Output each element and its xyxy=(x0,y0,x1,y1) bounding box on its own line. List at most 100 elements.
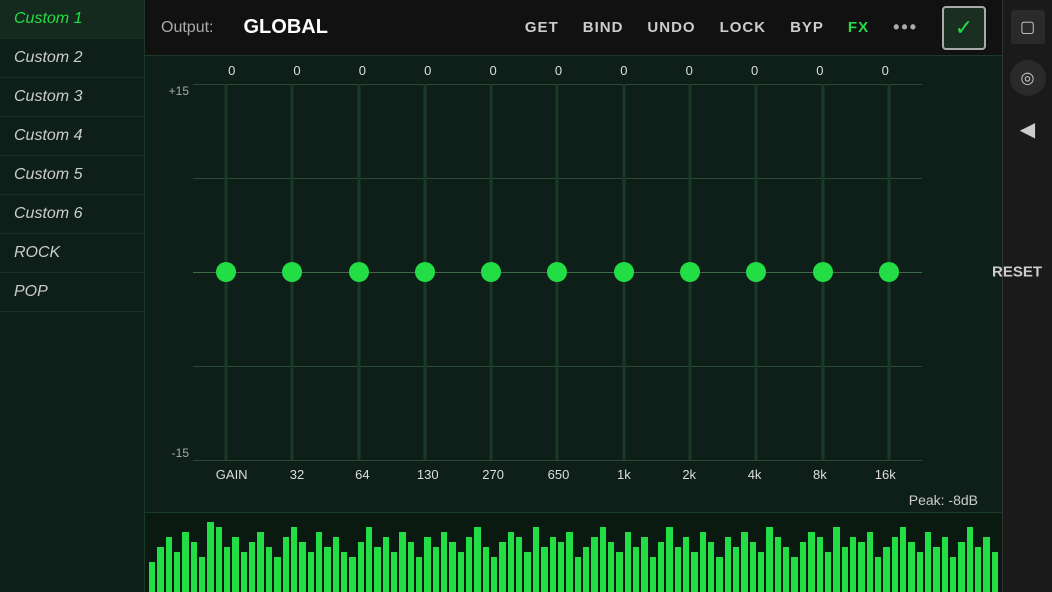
band-slider-8[interactable] xyxy=(723,84,789,460)
more-button[interactable]: ••• xyxy=(893,17,918,38)
bind-button[interactable]: BIND xyxy=(583,19,624,36)
sidebar-item-7[interactable]: POP xyxy=(0,273,144,312)
spectrum-bar-5 xyxy=(191,542,197,592)
band-label-9: 8k xyxy=(787,467,852,482)
spectrum-bar-65 xyxy=(691,552,697,592)
band-label-7: 2k xyxy=(657,467,722,482)
band-value-0: 0 xyxy=(199,63,264,78)
band-label-2: 64 xyxy=(330,467,395,482)
spectrum-bar-34 xyxy=(433,547,439,592)
spectrum-bar-57 xyxy=(625,532,631,592)
fx-button[interactable]: FX xyxy=(848,19,869,36)
sidebar: Custom 1Custom 2Custom 3Custom 4Custom 5… xyxy=(0,0,145,592)
spectrum-bar-13 xyxy=(257,532,263,592)
spectrum-bar-21 xyxy=(324,547,330,592)
sidebar-item-5[interactable]: Custom 6 xyxy=(0,195,144,234)
slider-thumb-8[interactable] xyxy=(746,262,766,282)
sidebar-item-6[interactable]: ROCK xyxy=(0,234,144,273)
spectrum-bar-2 xyxy=(166,537,172,592)
spectrum-bar-60 xyxy=(650,557,656,592)
spectrum-bar-6 xyxy=(199,557,205,592)
band-slider-1[interactable] xyxy=(259,84,325,460)
spectrum-bar-48 xyxy=(550,537,556,592)
check-button[interactable]: ✓ xyxy=(942,6,986,50)
get-button[interactable]: GET xyxy=(525,19,559,36)
spectrum-bar-7 xyxy=(207,522,213,592)
check-icon: ✓ xyxy=(955,15,973,41)
spectrum-bar-25 xyxy=(358,542,364,592)
square-button[interactable]: ▢ xyxy=(1011,10,1045,44)
sidebar-item-2[interactable]: Custom 3 xyxy=(0,78,144,117)
band-slider-7[interactable] xyxy=(657,84,723,460)
spectrum-bar-3 xyxy=(174,552,180,592)
slider-thumb-0[interactable] xyxy=(216,262,236,282)
peak-value: Peak: -8dB xyxy=(909,492,978,508)
sidebar-item-3[interactable]: Custom 4 xyxy=(0,117,144,156)
band-value-10: 0 xyxy=(853,63,918,78)
spectrum-bar-66 xyxy=(700,532,706,592)
slider-thumb-4[interactable] xyxy=(481,262,501,282)
band-label-0: GAIN xyxy=(199,467,264,482)
undo-button[interactable]: UNDO xyxy=(647,19,695,36)
spectrum-bar-96 xyxy=(950,557,956,592)
spectrum-bar-22 xyxy=(333,537,339,592)
band-slider-2[interactable] xyxy=(326,84,392,460)
spectrum-bar-58 xyxy=(633,547,639,592)
spectrum-bar-91 xyxy=(908,542,914,592)
spectrum-bar-98 xyxy=(967,527,973,592)
spectrum-bar-10 xyxy=(232,537,238,592)
lock-button[interactable]: LOCK xyxy=(720,19,767,36)
spectrum-bar-30 xyxy=(399,532,405,592)
slider-thumb-1[interactable] xyxy=(282,262,302,282)
db-bottom: -15 xyxy=(159,446,189,460)
band-label-8: 4k xyxy=(722,467,787,482)
sidebar-item-4[interactable]: Custom 5 xyxy=(0,156,144,195)
spectrum-bar-81 xyxy=(825,552,831,592)
reset-button[interactable]: RESET xyxy=(992,264,1042,281)
slider-thumb-5[interactable] xyxy=(547,262,567,282)
band-slider-3[interactable] xyxy=(392,84,458,460)
band-slider-10[interactable] xyxy=(856,84,922,460)
spectrum-bar-70 xyxy=(733,547,739,592)
band-slider-4[interactable] xyxy=(458,84,524,460)
circle-button[interactable]: ◎ xyxy=(1010,60,1046,96)
spectrum-bar-11 xyxy=(241,552,247,592)
spectrum-bar-37 xyxy=(458,552,464,592)
spectrum-bar-87 xyxy=(875,557,881,592)
spectrum-bar-75 xyxy=(775,537,781,592)
slider-thumb-10[interactable] xyxy=(879,262,899,282)
spectrum-bar-80 xyxy=(817,537,823,592)
byp-button[interactable]: BYP xyxy=(790,19,824,36)
spectrum-bar-88 xyxy=(883,547,889,592)
spectrum-bar-27 xyxy=(374,547,380,592)
spectrum-bar-17 xyxy=(291,527,297,592)
spectrum-bar-67 xyxy=(708,542,714,592)
labels-row: GAIN32641302706501k2k4k8k16k xyxy=(155,460,992,488)
band-slider-0[interactable] xyxy=(193,84,259,460)
sidebar-item-0[interactable]: Custom 1 xyxy=(0,0,144,39)
spectrum-bar-74 xyxy=(766,527,772,592)
sidebar-item-1[interactable]: Custom 2 xyxy=(0,39,144,78)
slider-thumb-7[interactable] xyxy=(680,262,700,282)
slider-thumb-3[interactable] xyxy=(415,262,435,282)
slider-thumb-6[interactable] xyxy=(614,262,634,282)
back-button[interactable]: ◀ xyxy=(1011,112,1045,146)
spectrum-bar-55 xyxy=(608,542,614,592)
band-slider-9[interactable] xyxy=(789,84,855,460)
spectrum-bar-76 xyxy=(783,547,789,592)
spectrum-bar-94 xyxy=(933,547,939,592)
band-slider-6[interactable] xyxy=(591,84,657,460)
band-label-5: 650 xyxy=(526,467,591,482)
spectrum-bar-41 xyxy=(491,557,497,592)
spectrum-bar-14 xyxy=(266,547,272,592)
spectrum-bar-82 xyxy=(833,527,839,592)
spectrum-bar-39 xyxy=(474,527,480,592)
slider-thumb-9[interactable] xyxy=(813,262,833,282)
slider-thumb-2[interactable] xyxy=(349,262,369,282)
spectrum-bar-4 xyxy=(182,532,188,592)
spectrum-bar-24 xyxy=(349,557,355,592)
spectrum-bar-1 xyxy=(157,547,163,592)
spectrum-bar-18 xyxy=(299,542,305,592)
band-slider-5[interactable] xyxy=(524,84,590,460)
spectrum-analyzer xyxy=(145,512,1002,592)
